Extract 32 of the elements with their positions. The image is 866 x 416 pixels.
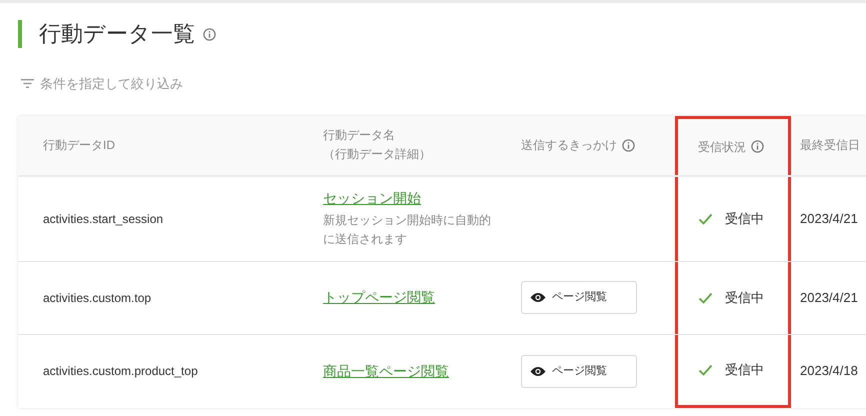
filter-icon xyxy=(21,79,34,88)
info-icon[interactable] xyxy=(751,140,764,153)
column-header: 最終受信日 xyxy=(800,137,860,154)
info-icon[interactable] xyxy=(203,28,216,40)
column-header: 受信状況 xyxy=(698,138,746,156)
activity-description: 新規セッション開始時に自動的に送信されます xyxy=(323,212,492,248)
check-icon xyxy=(698,364,713,376)
activity-name-link[interactable]: 商品一覧ページ閲覧 xyxy=(323,360,449,382)
check-icon xyxy=(698,292,713,304)
column-header: 送信するきっかけ xyxy=(521,137,617,154)
status-text: 受信中 xyxy=(725,288,764,307)
trigger-button[interactable]: ページ閲覧 xyxy=(521,281,637,314)
status-text: 受信中 xyxy=(725,360,764,379)
column-subheader: （行動データ詳細） xyxy=(323,146,431,163)
table-cell-text: activities.custom.product_top xyxy=(43,363,198,380)
table-cell-text: 2023/4/18 xyxy=(800,362,858,380)
info-icon[interactable] xyxy=(622,138,635,152)
activity-name-link[interactable]: セッション開始 xyxy=(323,188,421,209)
table-cell-text: activities.start_session xyxy=(43,210,164,228)
page-title: 行動データ一覧 xyxy=(39,23,195,45)
activity-name-link[interactable]: トップページ閲覧 xyxy=(323,287,435,308)
filter-button[interactable]: 条件を指定して絞り込み xyxy=(21,74,183,94)
trigger-button[interactable]: ページ閲覧 xyxy=(521,354,637,388)
column-header: 行動データID xyxy=(43,137,115,154)
table-cell-text: 2023/4/21 xyxy=(800,210,858,228)
check-icon xyxy=(698,212,713,224)
table-cell-text: 2023/4/21 xyxy=(800,288,858,307)
eye-icon xyxy=(530,366,546,376)
status-text: 受信中 xyxy=(725,210,764,228)
column-header: 行動データ名 xyxy=(323,127,396,144)
eye-icon xyxy=(530,292,546,303)
table-cell-text: activities.custom.top xyxy=(43,290,152,306)
